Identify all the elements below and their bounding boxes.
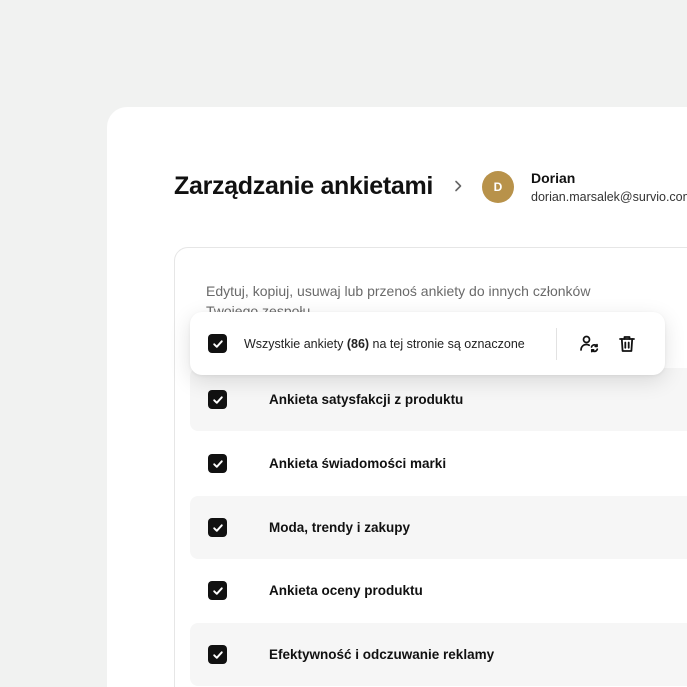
survey-title[interactable]: Ankieta satysfakcji z produktu [269, 392, 463, 407]
trash-icon [619, 336, 635, 352]
toolbar-divider [556, 328, 557, 360]
delete-button[interactable] [616, 333, 638, 355]
row-checkbox[interactable] [208, 581, 227, 600]
chevron-right-icon[interactable] [451, 179, 465, 193]
user-email: dorian.marsalek@survio.com [531, 190, 687, 204]
check-icon [212, 395, 223, 404]
survey-row[interactable]: Ankieta oceny produktu [190, 559, 687, 622]
selection-text-before: Wszystkie ankiety [244, 336, 344, 351]
check-icon [212, 650, 223, 659]
selection-text-after: na tej stronie są oznaczone [372, 336, 525, 351]
panel-description: Edytuj, kopiuj, usuwaj lub przenoś ankie… [206, 283, 591, 315]
row-checkbox[interactable] [208, 390, 227, 409]
survey-row[interactable]: Moda, trendy i zakupy [190, 496, 687, 559]
selection-count: (86) [346, 336, 370, 351]
user-name: Dorian [531, 170, 576, 186]
survey-title[interactable]: Moda, trendy i zakupy [269, 520, 410, 535]
page-title: Zarządzanie ankietami [174, 172, 434, 200]
row-checkbox[interactable] [208, 645, 227, 664]
survey-row[interactable]: Ankieta świadomości marki [190, 432, 687, 495]
transfer-button[interactable] [578, 333, 600, 355]
survey-title[interactable]: Ankieta oceny produktu [269, 583, 423, 598]
survey-row[interactable]: Efektywność i odczuwanie reklamy [190, 623, 687, 686]
row-checkbox[interactable] [208, 518, 227, 537]
selection-status: Wszystkie ankiety (86) na tej stronie są… [244, 337, 525, 351]
survey-title[interactable]: Efektywność i odczuwanie reklamy [269, 647, 494, 662]
check-icon [212, 586, 223, 595]
check-icon [212, 523, 223, 532]
transfer-user-icon [580, 335, 599, 353]
selection-toolbar: Wszystkie ankiety (86) na tej stronie są… [190, 312, 665, 375]
row-checkbox[interactable] [208, 454, 227, 473]
survey-title[interactable]: Ankieta świadomości marki [269, 456, 446, 471]
select-all-checkbox[interactable] [208, 334, 227, 353]
avatar[interactable]: D [482, 171, 514, 203]
check-icon [212, 459, 223, 468]
survey-row[interactable]: Ankieta satysfakcji z produktu [190, 368, 687, 431]
check-icon [212, 339, 223, 348]
